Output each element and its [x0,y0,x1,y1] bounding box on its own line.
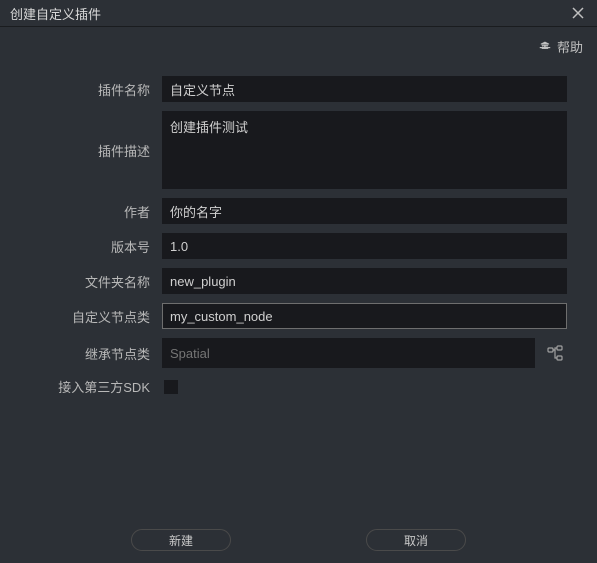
help-bar: 帮助 [0,27,597,66]
author-input[interactable] [162,198,567,224]
third-party-sdk-checkbox[interactable] [164,380,178,394]
form-container: 插件名称 插件描述 作者 版本号 文件夹名称 自定义节点类 继承节点类 [0,66,597,415]
close-button[interactable] [569,4,587,22]
plugin-name-row: 插件名称 [30,76,567,102]
author-label: 作者 [30,202,150,221]
custom-node-class-input[interactable] [162,303,567,329]
inherit-node-class-row: 继承节点类 [30,338,567,368]
third-party-sdk-row: 接入第三方SDK [30,377,567,396]
help-label: 帮助 [557,37,583,56]
create-button[interactable]: 新建 [131,529,231,551]
plugin-desc-input[interactable] [162,111,567,189]
plugin-name-input[interactable] [162,76,567,102]
plugin-name-label: 插件名称 [30,80,150,99]
author-row: 作者 [30,198,567,224]
help-icon [538,40,552,54]
version-input[interactable] [162,233,567,259]
inherit-node-class-input[interactable] [162,338,535,368]
plugin-desc-row: 插件描述 [30,111,567,189]
dialog-title: 创建自定义插件 [10,4,101,23]
third-party-sdk-label: 接入第三方SDK [30,377,150,396]
cancel-button[interactable]: 取消 [366,529,466,551]
folder-name-input[interactable] [162,268,567,294]
version-row: 版本号 [30,233,567,259]
folder-name-row: 文件夹名称 [30,268,567,294]
folder-name-label: 文件夹名称 [30,272,150,291]
close-icon [572,7,584,19]
hierarchy-button[interactable] [543,341,567,365]
hierarchy-icon [547,345,563,361]
inherit-node-class-label: 继承节点类 [30,344,150,363]
help-link[interactable]: 帮助 [538,37,583,56]
title-bar: 创建自定义插件 [0,0,597,27]
plugin-desc-label: 插件描述 [30,141,150,160]
version-label: 版本号 [30,237,150,256]
custom-node-class-label: 自定义节点类 [30,307,150,326]
custom-node-class-row: 自定义节点类 [30,303,567,329]
footer: 新建 取消 [0,529,597,551]
